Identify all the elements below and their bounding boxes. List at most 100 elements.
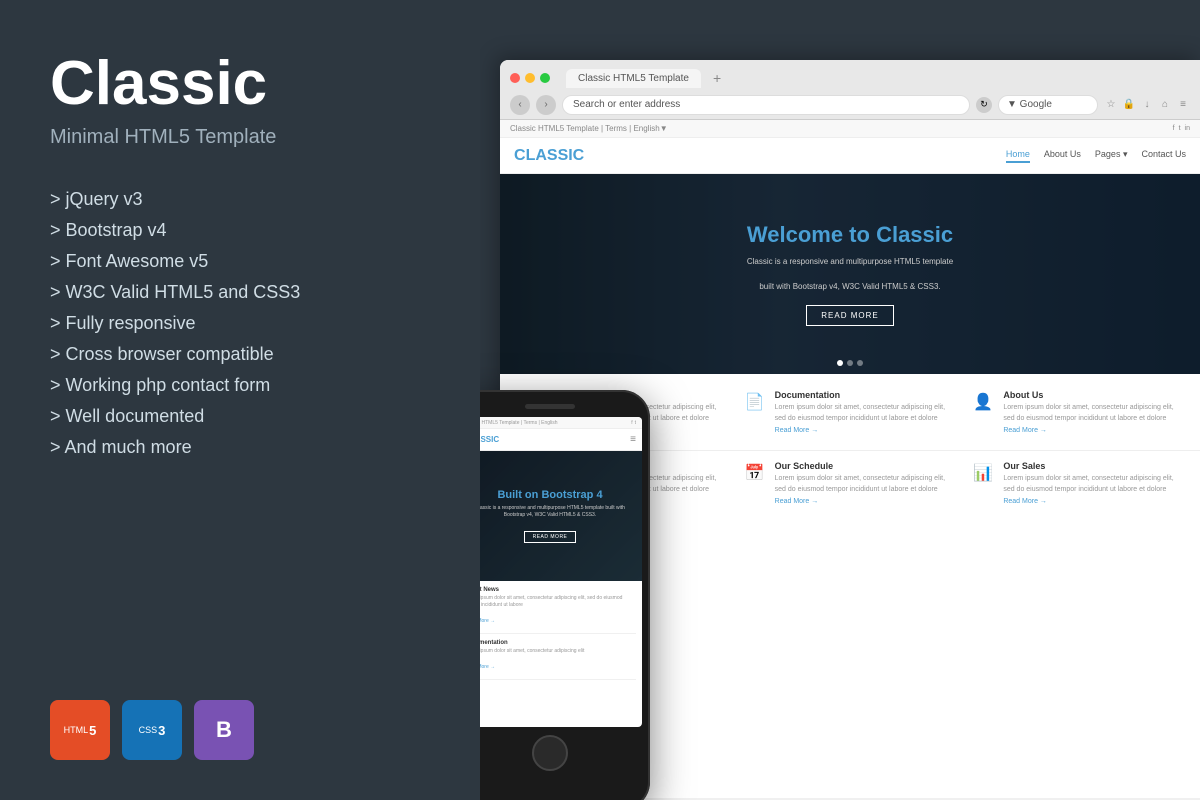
facebook-icon[interactable]: f <box>1173 125 1175 132</box>
feature-desc: Lorem ipsum dolor sit amet, consectetur … <box>775 474 958 495</box>
left-content: Classic Minimal HTML5 Template > jQuery … <box>50 50 440 458</box>
feature-fontawesome: > Font Awesome v5 <box>50 251 440 272</box>
feature-title: About Us <box>1003 390 1186 400</box>
feature-title: Documentation <box>775 390 958 400</box>
phone-feature-text-2: Lorem ipsum dolor sit amet, consectetur … <box>480 648 636 655</box>
instagram-icon[interactable]: in <box>1185 125 1190 132</box>
our-sales-icon: 📊 <box>971 461 995 485</box>
about-us-icon: 👤 <box>971 390 995 414</box>
hero-desc-2: built with Bootstrap v4, W3C Valid HTML5… <box>747 281 953 294</box>
css3-badge: CSS 3 <box>122 700 182 760</box>
feature-jquery: > jQuery v3 <box>50 189 440 210</box>
site-logo: CLASSIC <box>514 147 584 165</box>
phone-home-button[interactable] <box>532 735 568 771</box>
feature-documentation: 📄 Documentation Lorem ipsum dolor sit am… <box>743 390 958 434</box>
product-subtitle: Minimal HTML5 Template <box>50 126 440 149</box>
hero-read-more-button[interactable]: READ MORE <box>806 305 893 326</box>
social-icons: f t in <box>1173 125 1190 132</box>
browser-action-icons: ☆ 🔒 ↓ ⌂ ≡ <box>1104 98 1190 112</box>
hero-dot-3[interactable] <box>857 360 863 366</box>
feature-read-more[interactable]: Read More → <box>1003 498 1186 505</box>
phone-fb-icon: f <box>631 420 632 426</box>
dot-minimize[interactable] <box>525 73 535 83</box>
download-icon[interactable]: ↓ <box>1140 98 1154 112</box>
phone-menu-icon[interactable]: ≡ <box>630 434 636 445</box>
feature-our-sales: 📊 Our Sales Lorem ipsum dolor sit amet, … <box>971 461 1186 505</box>
feature-read-more[interactable]: Read More → <box>775 498 958 505</box>
feature-read-more[interactable]: Read More → <box>775 427 958 434</box>
refresh-button[interactable]: ↻ <box>976 97 992 113</box>
nav-pages[interactable]: Pages ▾ <box>1095 149 1128 163</box>
tech-badges: HTML 5 CSS 3 B <box>50 700 440 760</box>
browser-tab-bar: Classic HTML5 Template + <box>500 60 1200 90</box>
feature-responsive: > Fully responsive <box>50 313 440 334</box>
features-list: > jQuery v3 > Bootstrap v4 > Font Awesom… <box>50 189 440 458</box>
phone-hero-desc: Classic is a responsive and multipurpose… <box>480 505 634 519</box>
feature-title: Our Sales <box>1003 461 1186 471</box>
browser-dots <box>510 73 550 83</box>
address-input[interactable]: Search or enter address <box>562 95 970 115</box>
phone-feature-text-1: Lorem ipsum dolor sit amet, consectetur … <box>480 595 636 609</box>
nav-contact[interactable]: Contact Us <box>1141 149 1186 163</box>
phone-hero-btn[interactable]: READ MORE <box>524 531 577 543</box>
feature-w3c: > W3C Valid HTML5 and CSS3 <box>50 282 440 303</box>
site-nav-links: Home About Us Pages ▾ Contact Us <box>1006 149 1186 163</box>
home-icon[interactable]: ⌂ <box>1158 98 1172 112</box>
phone-feature-title-2: Documentation <box>480 640 636 646</box>
phone-nav: CLASSIC ≡ <box>480 429 642 451</box>
lock-icon[interactable]: 🔒 <box>1122 98 1136 112</box>
phone-social-icons: f t <box>631 420 636 426</box>
browser-address-bar: ‹ › Search or enter address ↻ ▼ Google ☆… <box>500 90 1200 119</box>
twitter-icon[interactable]: t <box>1179 125 1181 132</box>
feature-about-us: 👤 About Us Lorem ipsum dolor sit amet, c… <box>971 390 1186 434</box>
phone-hero-text: Built on Bootstrap 4 Classic is a respon… <box>480 489 642 543</box>
feature-crossbrowser: > Cross browser compatible <box>50 344 440 365</box>
nav-home[interactable]: Home <box>1006 149 1030 163</box>
phone-features: Latest News Lorem ipsum dolor sit amet, … <box>480 581 642 692</box>
hero-dot-1[interactable] <box>837 360 843 366</box>
html5-badge: HTML 5 <box>50 700 110 760</box>
forward-button[interactable]: › <box>536 95 556 115</box>
site-top-bar: Classic HTML5 Template | Terms | English… <box>500 120 1200 138</box>
feature-read-more[interactable]: Read More → <box>1003 427 1186 434</box>
hero-dot-2[interactable] <box>847 360 853 366</box>
site-hero: Welcome to Classic Classic is a responsi… <box>500 174 1200 374</box>
phone-topbar: Classic HTML5 Template | Terms | English… <box>480 417 642 429</box>
feature-desc: Lorem ipsum dolor sit amet, consectetur … <box>1003 403 1186 424</box>
feature-desc: Lorem ipsum dolor sit amet, consectetur … <box>775 403 958 424</box>
documentation-icon: 📄 <box>743 390 767 414</box>
feature-more: > And much more <box>50 437 440 458</box>
feature-our-schedule: 📅 Our Schedule Lorem ipsum dolor sit ame… <box>743 461 958 505</box>
phone-feature-2: Documentation Lorem ipsum dolor sit amet… <box>480 640 636 680</box>
feature-phpform: > Working php contact form <box>50 375 440 396</box>
left-panel: Classic Minimal HTML5 Template > jQuery … <box>0 0 480 800</box>
phone-read-more-1[interactable]: Read More → <box>480 618 495 624</box>
menu-icon[interactable]: ≡ <box>1176 98 1190 112</box>
browser-chrome: Classic HTML5 Template + ‹ › Search or e… <box>500 60 1200 120</box>
hero-carousel-dots <box>837 360 863 366</box>
phone-read-more-2[interactable]: Read More → <box>480 664 495 670</box>
browser-search[interactable]: ▼ Google <box>998 95 1098 115</box>
logo-accent: C <box>514 147 526 164</box>
product-title: Classic <box>50 50 440 118</box>
phone-hero: Built on Bootstrap 4 Classic is a respon… <box>480 451 642 581</box>
hero-title: Welcome to Classic <box>747 222 953 248</box>
phone-speaker <box>525 404 575 409</box>
nav-about[interactable]: About Us <box>1044 149 1081 163</box>
bootstrap-badge: B <box>194 700 254 760</box>
hero-text: Welcome to Classic Classic is a responsi… <box>747 222 953 327</box>
right-panel: Classic HTML5 Template + ‹ › Search or e… <box>480 0 1200 800</box>
phone-outer: Classic HTML5 Template | Terms | English… <box>480 390 650 800</box>
back-button[interactable]: ‹ <box>510 95 530 115</box>
browser-tab[interactable]: Classic HTML5 Template <box>566 69 701 88</box>
dot-maximize[interactable] <box>540 73 550 83</box>
phone-hero-title: Built on Bootstrap 4 <box>480 489 634 501</box>
dot-close[interactable] <box>510 73 520 83</box>
new-tab-button[interactable]: + <box>713 70 721 86</box>
site-nav: CLASSIC Home About Us Pages ▾ Contact Us <box>500 138 1200 174</box>
feature-bootstrap: > Bootstrap v4 <box>50 220 440 241</box>
feature-title: Our Schedule <box>775 461 958 471</box>
phone-tw-icon: t <box>635 420 636 426</box>
star-icon[interactable]: ☆ <box>1104 98 1118 112</box>
feature-desc: Lorem ipsum dolor sit amet, consectetur … <box>1003 474 1186 495</box>
